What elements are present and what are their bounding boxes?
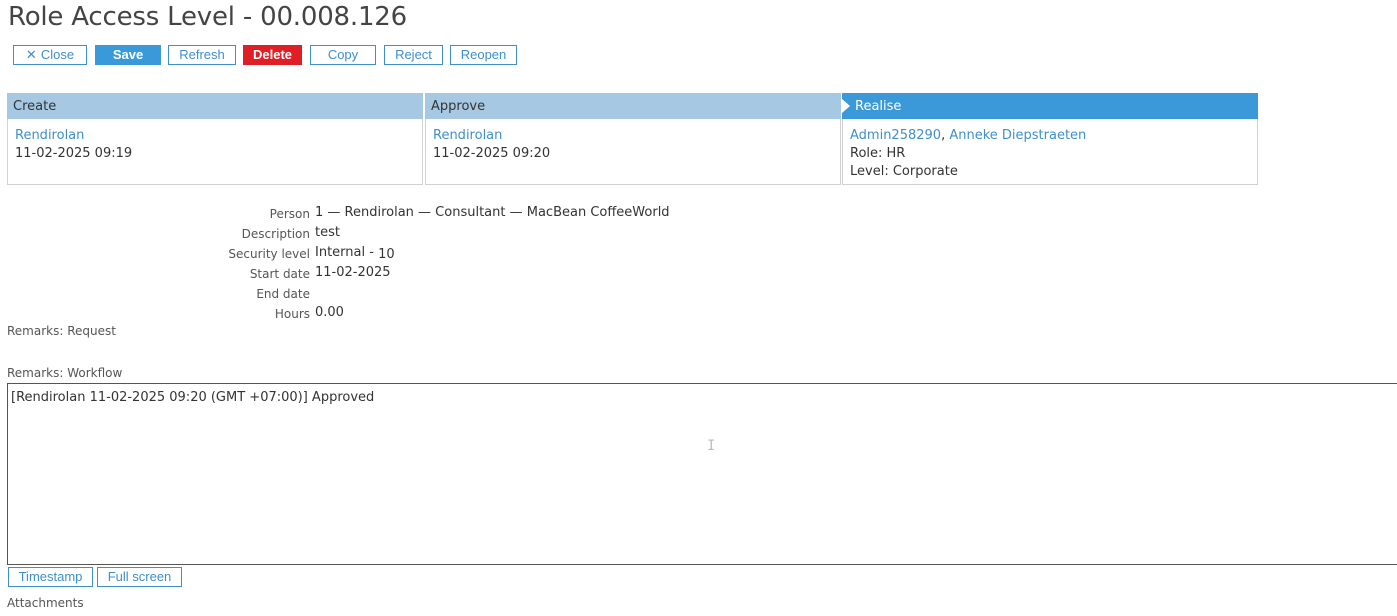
field-security-level: Security level Internal - 10 [0,244,800,264]
refresh-button[interactable]: Refresh [168,45,236,65]
field-end-date: End date [0,284,800,304]
delete-button[interactable]: Delete [243,45,302,65]
stage-create: Create Rendirolan 11-02-2025 09:19 [7,93,423,186]
field-person-label: Person [269,207,310,221]
stage-realise-user-link-2[interactable]: Anneke Diepstraeten [949,128,1086,143]
field-security-level-number: 10 [378,247,395,262]
full-screen-button[interactable]: Full screen [97,567,182,587]
field-start-date: Start date 11-02-2025 [0,264,800,284]
stage-realise-level: Level: Corporate [850,164,958,179]
stage-realise-user-link-1[interactable]: Admin258290 [850,128,941,143]
field-hours: Hours 0.00 [0,304,800,324]
field-description: Description test [0,224,800,244]
remarks-workflow-textarea[interactable]: [Rendirolan 11-02-2025 09:20 (GMT +07:00… [7,383,1397,565]
field-person: Person 1 — Rendirolan — Consultant — Mac… [0,204,800,224]
reject-button[interactable]: Reject [384,45,443,65]
copy-button[interactable]: Copy [310,45,376,65]
field-security-level-text: Internal - [315,245,379,260]
attachments-label: Attachments [7,596,84,610]
reopen-button[interactable]: Reopen [450,45,517,65]
remarks-workflow-label: Remarks: Workflow [7,366,123,380]
field-security-level-value: Internal - 10 [315,245,395,262]
stage-create-timestamp: 11-02-2025 09:19 [15,146,133,161]
field-security-level-label: Security level [228,247,310,261]
page-title: Role Access Level - 00.008.126 [8,2,407,32]
workflow-stages: Create Rendirolan 11-02-2025 09:19 Appro… [7,93,1258,186]
stage-approve: Approve Rendirolan 11-02-2025 09:20 [425,93,841,186]
field-end-date-label: End date [256,287,310,301]
field-description-value: test [315,225,340,240]
stage-realise-header-label: Realise [855,99,902,114]
timestamp-button[interactable]: Timestamp [8,567,93,587]
close-button-label: Close [40,47,75,62]
stage-approve-user-link[interactable]: Rendirolan [433,127,833,145]
field-hours-value: 0.00 [315,305,344,320]
field-start-date-value: 11-02-2025 [315,265,391,280]
close-icon: ✕ [25,47,37,62]
stage-realise-body: Admin258290, Anneke Diepstraeten Role: H… [842,119,1258,185]
stage-realise: Realise Admin258290, Anneke Diepstraeten… [842,93,1258,186]
stage-create-header: Create [7,93,423,119]
stage-create-user-link[interactable]: Rendirolan [15,127,415,145]
stage-create-body: Rendirolan 11-02-2025 09:19 [7,119,423,185]
save-button[interactable]: Save [95,45,161,65]
stage-realise-role: Role: HR [850,146,906,161]
field-hours-label: Hours [274,307,310,321]
close-button[interactable]: ✕ Close [13,45,87,65]
field-start-date-label: Start date [249,267,310,281]
stage-approve-timestamp: 11-02-2025 09:20 [433,146,551,161]
remarks-request-label: Remarks: Request [7,324,116,338]
stage-realise-header: Realise [842,93,1258,119]
field-person-link[interactable]: 1 — Rendirolan — Consultant — MacBean Co… [315,205,670,220]
chevron-right-icon [842,99,850,113]
text-cursor-icon: I [707,438,716,454]
remarks-workflow-text: [Rendirolan 11-02-2025 09:20 (GMT +07:00… [11,390,375,405]
stage-approve-body: Rendirolan 11-02-2025 09:20 [425,119,841,185]
stage-approve-header: Approve [425,93,841,119]
field-description-label: Description [241,227,310,241]
